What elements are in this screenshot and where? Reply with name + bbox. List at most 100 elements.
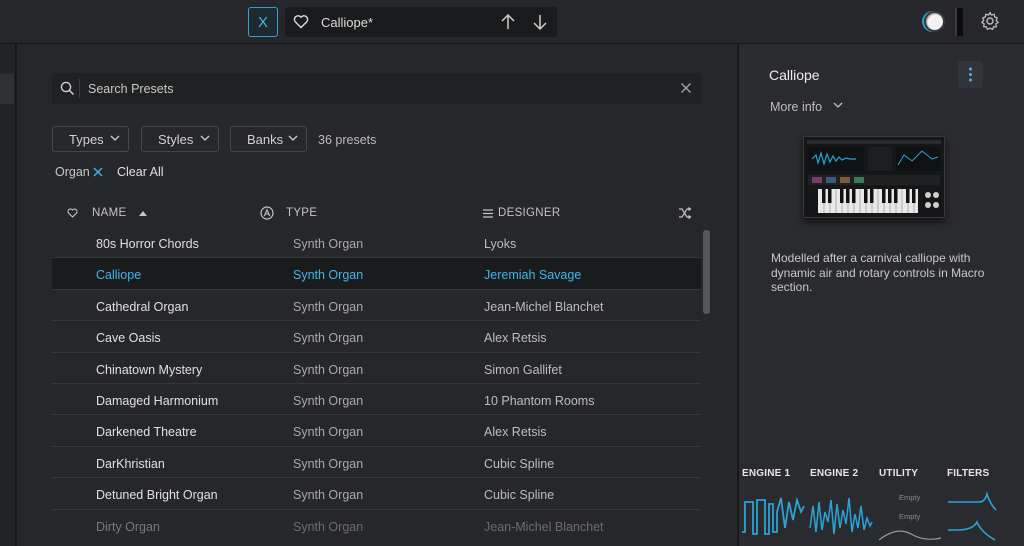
list-scrollbar[interactable] xyxy=(703,230,710,314)
remove-tag-icon[interactable] xyxy=(93,167,103,177)
preset-type: Synth Organ xyxy=(293,456,364,471)
search-icon xyxy=(60,81,75,96)
table-row[interactable]: DarKhristian Synth Organ Cubic Spline xyxy=(52,447,701,479)
favorite-column-heart-icon[interactable] xyxy=(67,208,78,218)
chevron-down-icon xyxy=(288,135,298,141)
close-browser-button[interactable]: X xyxy=(248,7,278,37)
current-preset-display[interactable]: Calliope* xyxy=(285,7,557,37)
search-input[interactable] xyxy=(88,79,648,98)
preset-name: Damaged Harmonium xyxy=(96,393,219,408)
preset-name: Cathedral Organ xyxy=(96,299,189,314)
next-preset-arrow-icon[interactable] xyxy=(532,13,548,31)
preset-name: DarKhristian xyxy=(96,456,165,471)
preset-name: Calliope xyxy=(96,268,142,283)
preset-designer: 10 Phantom Rooms xyxy=(484,393,595,408)
preset-type: Synth Organ xyxy=(293,393,364,408)
kebab-menu-button[interactable] xyxy=(958,61,983,88)
preset-designer: Cubic Spline xyxy=(484,456,555,471)
filter2-response-curve[interactable] xyxy=(947,518,997,544)
styles-filter-dropdown[interactable]: Styles xyxy=(141,126,219,152)
preset-name: Cave Oasis xyxy=(96,331,161,346)
utility-curve xyxy=(878,530,942,541)
shuffle-icon[interactable] xyxy=(678,207,692,219)
table-row[interactable]: Cathedral Organ Synth Organ Jean-Michel … xyxy=(52,290,701,322)
kebab-menu-icon xyxy=(969,67,972,82)
preset-type: Synth Organ xyxy=(293,331,364,346)
synth-thumbnail-image xyxy=(803,136,945,218)
search-divider xyxy=(79,79,80,98)
engine1-waveform[interactable] xyxy=(741,492,805,540)
engine2-label: ENGINE 2 xyxy=(810,468,859,479)
engine-overview: ENGINE 1 ENGINE 2 UTILITY FILTERS Empty … xyxy=(739,462,1024,546)
chevron-down-icon xyxy=(200,135,210,141)
preset-type: Synth Organ xyxy=(293,519,364,534)
heart-icon[interactable] xyxy=(293,14,309,29)
left-sidebar-strip xyxy=(0,44,16,546)
types-filter-label: Types xyxy=(69,132,104,147)
search-bar xyxy=(52,73,701,104)
more-info-toggle[interactable]: More info xyxy=(770,100,822,114)
preset-type: Synth Organ xyxy=(293,299,364,314)
table-row[interactable]: Damaged Harmonium Synth Organ 10 Phantom… xyxy=(52,384,701,416)
table-row[interactable]: Cave Oasis Synth Organ Alex Retsis xyxy=(52,321,701,353)
gear-icon[interactable] xyxy=(980,11,1000,31)
preset-browser: Types Styles Banks 36 presets Organ Clea… xyxy=(17,44,737,546)
clear-search-icon[interactable] xyxy=(680,82,692,94)
utility-slot-2[interactable]: Empty xyxy=(899,512,920,521)
preset-designer: Alex Retsis xyxy=(484,425,547,440)
banks-filter-label: Banks xyxy=(247,132,284,147)
preset-type: Synth Organ xyxy=(293,268,364,283)
preset-designer: Jean-Michel Blanchet xyxy=(484,519,604,534)
table-row[interactable]: Chinatown Mystery Synth Organ Simon Gall… xyxy=(52,353,701,384)
preset-name: Chinatown Mystery xyxy=(96,362,203,377)
utility-label: UTILITY xyxy=(879,468,919,479)
name-column-header[interactable]: NAME xyxy=(92,207,126,219)
preset-designer: Lyoks xyxy=(484,237,517,251)
styles-filter-label: Styles xyxy=(158,132,194,147)
preset-count: 36 presets xyxy=(318,133,377,147)
preset-designer: Jean-Michel Blanchet xyxy=(484,299,604,314)
engine1-label: ENGINE 1 xyxy=(742,468,791,479)
preset-name: Dirty Organ xyxy=(96,519,160,534)
info-preset-title: Calliope xyxy=(769,67,820,83)
preset-type: Synth Organ xyxy=(293,425,364,440)
chevron-down-icon xyxy=(110,135,120,141)
previous-preset-arrow-icon[interactable] xyxy=(500,13,516,31)
preset-designer: Alex Retsis xyxy=(484,331,547,346)
preset-type: Synth Organ xyxy=(293,237,364,251)
designer-column-header[interactable]: DESIGNER xyxy=(498,207,560,219)
preset-designer: Cubic Spline xyxy=(484,488,555,503)
preset-designer: Simon Gallifet xyxy=(484,362,562,377)
table-row[interactable]: Detuned Bright Organ Synth Organ Cubic S… xyxy=(52,478,701,510)
chevron-down-icon[interactable] xyxy=(833,102,843,109)
active-filter-tag: Organ xyxy=(55,165,90,179)
preset-name: Detuned Bright Organ xyxy=(96,488,218,503)
preset-type: Synth Organ xyxy=(293,362,364,377)
filter1-response-curve[interactable] xyxy=(947,490,997,514)
table-row-selected[interactable]: Calliope Synth Organ Jeremiah Savage xyxy=(52,258,701,290)
preset-list: 80s Horror Chords Synth Organ Lyoks Call… xyxy=(52,227,701,541)
type-column-header[interactable]: TYPE xyxy=(286,207,317,219)
sidebar-tab[interactable] xyxy=(0,74,14,104)
types-filter-dropdown[interactable]: Types xyxy=(52,126,129,152)
type-column-icon xyxy=(260,206,274,220)
clear-all-button[interactable]: Clear All xyxy=(117,165,164,179)
engine2-waveform[interactable] xyxy=(809,492,873,540)
current-preset-name: Calliope* xyxy=(321,15,374,30)
filters-label: FILTERS xyxy=(947,468,990,479)
master-volume-knob[interactable] xyxy=(924,11,945,32)
table-row[interactable]: 80s Horror Chords Synth Organ Lyoks xyxy=(52,227,701,259)
preset-info-panel: Calliope More info Modelled after a carn… xyxy=(738,44,1024,546)
preset-name: Darkened Theatre xyxy=(96,425,197,440)
table-row[interactable]: Dirty Organ Synth Organ Jean-Michel Blan… xyxy=(52,510,701,541)
preset-designer: Jeremiah Savage xyxy=(484,268,582,283)
sort-ascending-icon[interactable] xyxy=(139,210,147,216)
utility-slot-1[interactable]: Empty xyxy=(899,493,920,502)
designer-column-icon xyxy=(483,209,493,218)
banks-filter-dropdown[interactable]: Banks xyxy=(230,126,307,152)
preset-type: Synth Organ xyxy=(293,488,364,503)
preset-name: 80s Horror Chords xyxy=(96,237,199,251)
level-meter xyxy=(955,8,963,36)
top-bar: X Calliope* xyxy=(0,0,1024,44)
table-row[interactable]: Darkened Theatre Synth Organ Alex Retsis xyxy=(52,415,701,447)
